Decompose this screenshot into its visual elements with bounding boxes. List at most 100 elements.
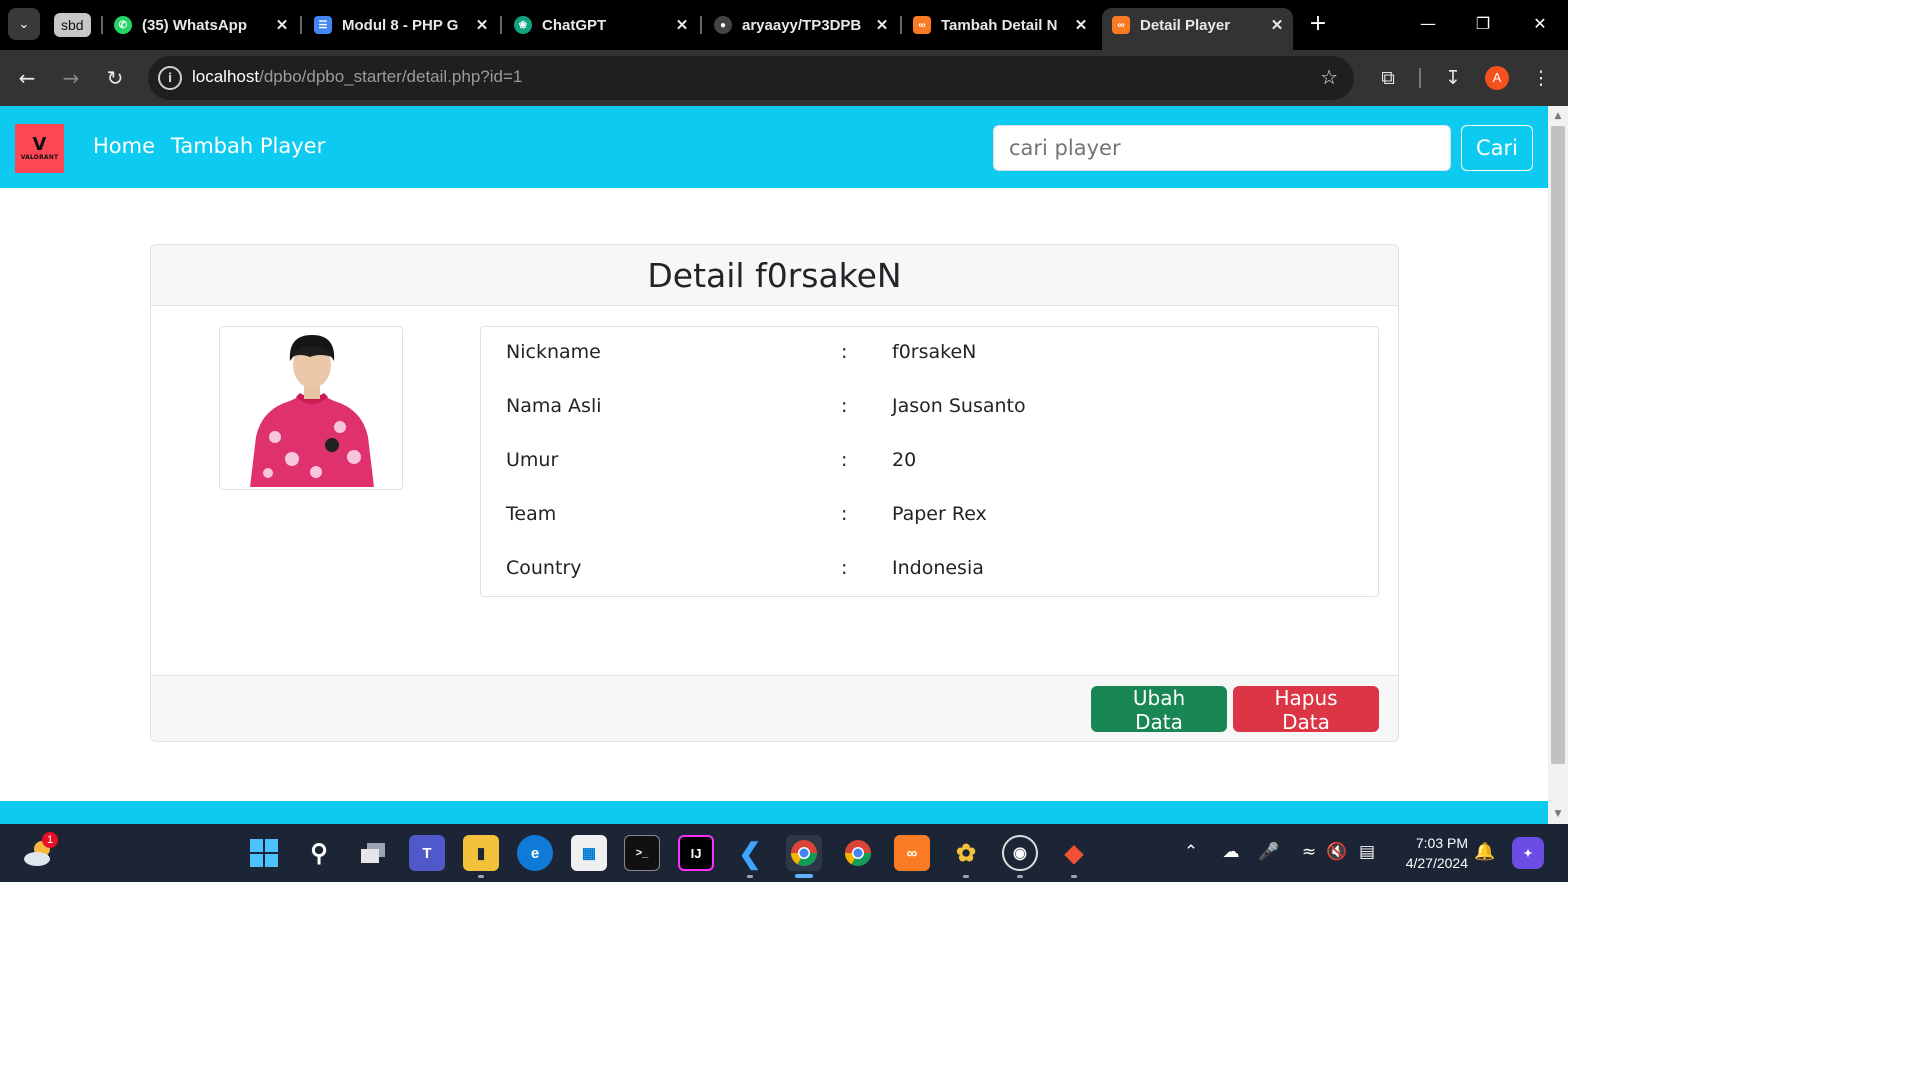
- minimize-button[interactable]: —: [1413, 12, 1443, 36]
- edit-data-button[interactable]: Ubah Data: [1091, 686, 1227, 734]
- search-icon[interactable]: ⚲: [301, 835, 337, 871]
- speaker-muted-icon[interactable]: 🔇: [1325, 842, 1349, 862]
- close-tab-icon[interactable]: ✕: [672, 16, 692, 34]
- teams-icon[interactable]: T: [409, 835, 445, 871]
- close-tab-icon[interactable]: ✕: [872, 16, 892, 34]
- close-tab-icon[interactable]: ✕: [272, 16, 292, 34]
- new-tab-button[interactable]: +: [1305, 11, 1331, 37]
- back-button[interactable]: ←: [12, 63, 42, 93]
- tab-search-button[interactable]: ⌄: [8, 8, 40, 40]
- info-row-nickname: Nickname : f0rsakeN: [481, 327, 1378, 381]
- battery-icon[interactable]: ▤: [1355, 842, 1379, 862]
- vscode-icon[interactable]: ❮: [732, 835, 768, 871]
- delete-data-button[interactable]: Hapus Data: [1233, 686, 1379, 734]
- notification-badge: 1: [42, 832, 58, 848]
- download-icon[interactable]: ↧: [1438, 63, 1468, 93]
- valorant-logo[interactable]: V VALORANT: [15, 124, 64, 173]
- valorant-v-icon: V: [32, 134, 47, 155]
- info-label: Team: [506, 503, 557, 525]
- norton-icon[interactable]: ✿: [948, 835, 984, 871]
- search-button[interactable]: Cari: [1461, 125, 1533, 171]
- notification-bell-icon[interactable]: 🔔: [1473, 842, 1497, 862]
- running-indicator: [1017, 875, 1023, 878]
- info-value: Indonesia: [892, 557, 984, 579]
- running-indicator: [1071, 875, 1077, 878]
- player-photo: [219, 326, 403, 490]
- xampp-taskbar-icon[interactable]: ∞: [894, 835, 930, 871]
- url-host: localhost: [192, 67, 260, 86]
- tab-separator: [300, 16, 302, 34]
- chrome-icon[interactable]: [786, 835, 822, 871]
- info-colon: :: [841, 503, 848, 525]
- site-footer: [0, 801, 1548, 824]
- tab-detail-player[interactable]: ∞ Detail Player ✕: [1102, 8, 1293, 50]
- github-icon: ●: [714, 16, 732, 34]
- terminal-icon[interactable]: >_: [624, 835, 660, 871]
- page-scrollbar[interactable]: ▲ ▼: [1548, 106, 1568, 824]
- url-text[interactable]: localhost/dpbo/dpbo_starter/detail.php?i…: [192, 67, 522, 87]
- onedrive-icon[interactable]: ☁: [1219, 842, 1243, 862]
- site-info-icon[interactable]: i: [158, 66, 182, 90]
- player-photo-image: [220, 327, 402, 489]
- xampp-icon: ∞: [1112, 16, 1130, 34]
- copilot-icon[interactable]: ✦: [1512, 837, 1544, 869]
- scroll-up-arrow[interactable]: ▲: [1548, 108, 1568, 124]
- tab-github[interactable]: ● aryaayy/TP3DPB ✕: [714, 8, 892, 42]
- address-bar[interactable]: i localhost/dpbo/dpbo_starter/detail.php…: [148, 56, 1354, 100]
- tab-whatsapp[interactable]: ✆ (35) WhatsApp ✕: [114, 8, 292, 42]
- task-view-icon[interactable]: [355, 835, 391, 871]
- obs-icon[interactable]: ◉: [1002, 835, 1038, 871]
- chrome-profile-icon[interactable]: [840, 835, 876, 871]
- windows-start-icon[interactable]: [246, 835, 282, 871]
- extensions-icon[interactable]: ⧉: [1373, 63, 1403, 93]
- reload-button[interactable]: ↻: [100, 63, 130, 93]
- tab-chatgpt[interactable]: ❀ ChatGPT ✕: [514, 8, 692, 42]
- info-label: Umur: [506, 449, 559, 471]
- site-navbar: V VALORANT Home Tambah Player Cari: [0, 106, 1548, 188]
- page-title: Detail f0rsakeN: [647, 256, 902, 295]
- close-tab-icon[interactable]: ✕: [1267, 16, 1287, 34]
- logo-text: VALORANT: [20, 154, 59, 161]
- card-header: Detail f0rsakeN: [151, 245, 1398, 306]
- forward-button[interactable]: →: [56, 63, 86, 93]
- info-value: f0rsakeN: [892, 341, 977, 363]
- show-hidden-icons[interactable]: ⌃: [1179, 842, 1203, 862]
- microsoft-store-icon[interactable]: ▦: [571, 835, 607, 871]
- tab-title: (35) WhatsApp: [142, 16, 247, 34]
- info-label: Nickname: [506, 341, 601, 363]
- card-footer: Ubah Data Hapus Data: [151, 675, 1398, 741]
- nav-add-player-link[interactable]: Tambah Player: [171, 134, 325, 158]
- active-app-indicator: [795, 874, 813, 878]
- info-row-umur: Umur : 20: [481, 435, 1378, 489]
- tab-group-chip[interactable]: sbd: [54, 13, 91, 37]
- bookmark-star-icon[interactable]: ☆: [1320, 65, 1338, 89]
- system-clock[interactable]: 7:03 PM 4/27/2024: [1396, 833, 1468, 873]
- nav-home-link[interactable]: Home: [93, 134, 155, 158]
- info-colon: :: [841, 449, 848, 471]
- git-icon[interactable]: ◆: [1056, 835, 1092, 871]
- running-indicator: [478, 875, 484, 878]
- edge-icon[interactable]: e: [517, 835, 553, 871]
- tab-title: Tambah Detail N: [941, 16, 1058, 34]
- intellij-icon[interactable]: IJ: [678, 835, 714, 871]
- tab-modul-8[interactable]: ☰ Modul 8 - PHP G ✕: [314, 8, 492, 42]
- whatsapp-icon: ✆: [114, 16, 132, 34]
- close-window-button[interactable]: ✕: [1525, 12, 1555, 36]
- file-explorer-icon[interactable]: ▮: [463, 835, 499, 871]
- scroll-down-arrow[interactable]: ▼: [1548, 806, 1568, 822]
- browser-toolbar: ← → ↻ i localhost/dpbo/dpbo_starter/deta…: [0, 50, 1568, 106]
- microphone-icon[interactable]: 🎤: [1257, 842, 1281, 862]
- close-tab-icon[interactable]: ✕: [472, 16, 492, 34]
- wifi-icon[interactable]: ≈: [1297, 842, 1321, 862]
- toolbar-divider: [1419, 68, 1421, 88]
- info-colon: :: [841, 395, 848, 417]
- page-viewport: V VALORANT Home Tambah Player Cari Detai…: [0, 106, 1548, 824]
- search-input[interactable]: [993, 125, 1451, 171]
- profile-avatar[interactable]: A: [1485, 66, 1509, 90]
- tab-tambah-detail[interactable]: ∞ Tambah Detail N ✕: [913, 8, 1091, 42]
- more-menu-icon[interactable]: ⋮: [1526, 63, 1556, 93]
- close-tab-icon[interactable]: ✕: [1071, 16, 1091, 34]
- scroll-thumb[interactable]: [1551, 126, 1565, 764]
- restore-button[interactable]: ❐: [1468, 12, 1498, 36]
- player-detail-card: Detail f0rsakeN Nickname: f0rsakeN Nama…: [150, 244, 1399, 742]
